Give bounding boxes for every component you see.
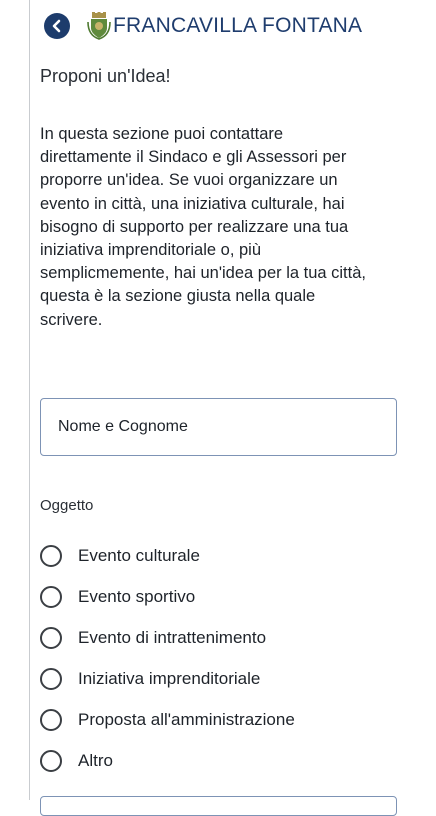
next-input-field[interactable] xyxy=(40,796,397,816)
intro-line: scrivere. xyxy=(40,310,103,329)
radio-button[interactable] xyxy=(40,667,62,690)
radio-button[interactable] xyxy=(40,626,62,649)
radio-option-proposta-amministrazione[interactable]: Proposta all'amministrazione xyxy=(40,699,295,740)
intro-line: bisogno di supporto per realizzare una t… xyxy=(40,217,349,236)
radio-label: Proposta all'amministrazione xyxy=(78,709,295,729)
radio-button[interactable] xyxy=(40,585,62,608)
radio-label: Iniziativa imprenditoriale xyxy=(78,668,261,688)
radio-label: Evento culturale xyxy=(78,545,200,565)
radio-label: Altro xyxy=(78,750,113,770)
page-title: Proponi un'Idea! xyxy=(40,66,171,86)
intro-line: proporre un'idea. Se vuoi organizzare un xyxy=(40,171,338,190)
intro-line: In questa sezione puoi contattare xyxy=(40,125,284,143)
app-title: FRANCAVILLA FONTANA xyxy=(113,14,363,37)
intro-line: evento in città, una iniziativa cultural… xyxy=(40,194,345,213)
chevron-left-icon xyxy=(52,19,61,33)
radio-label: Evento sportivo xyxy=(78,586,196,606)
city-crest-icon xyxy=(86,11,112,41)
intro-line: direttamente il Sindaco e gli Assessori … xyxy=(40,148,347,167)
radio-option-altro[interactable]: Altro xyxy=(40,740,295,781)
radio-option-evento-culturale[interactable]: Evento culturale xyxy=(40,535,295,576)
subject-label: Oggetto xyxy=(40,497,94,514)
left-border-line xyxy=(29,0,30,800)
radio-button[interactable] xyxy=(40,708,62,731)
radio-button[interactable] xyxy=(40,544,62,567)
radio-label: Evento di intrattenimento xyxy=(78,627,267,647)
intro-line: questa è la sezione giusta nella quale xyxy=(40,287,316,306)
intro-text: In questa sezione puoi contattare dirett… xyxy=(40,123,420,332)
name-input-placeholder: Nome e Cognome xyxy=(58,418,188,435)
radio-button[interactable] xyxy=(40,749,62,772)
intro-line: semplicmemente, hai un'idea per la tua c… xyxy=(40,264,366,283)
radio-option-evento-sportivo[interactable]: Evento sportivo xyxy=(40,576,295,617)
intro-line: iniziativa imprenditoriale o, più xyxy=(40,241,262,260)
back-button[interactable] xyxy=(44,13,70,39)
app-header: FRANCAVILLA FONTANA xyxy=(44,10,362,42)
name-input[interactable]: Nome e Cognome xyxy=(40,398,397,456)
radio-option-evento-intrattenimento[interactable]: Evento di intrattenimento xyxy=(40,617,295,658)
radio-option-iniziativa-imprenditoriale[interactable]: Iniziativa imprenditoriale xyxy=(40,658,295,699)
subject-radio-group: Evento culturale Evento sportivo Evento … xyxy=(40,535,295,781)
